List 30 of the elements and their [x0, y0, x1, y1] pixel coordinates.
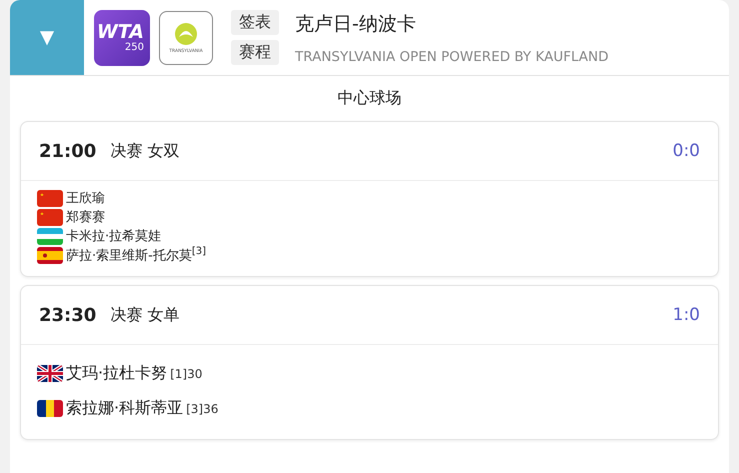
match-score: 1:0 [672, 305, 700, 326]
flag-icon [37, 228, 63, 244]
match-time: 23:30 [39, 304, 96, 326]
flag-icon [37, 208, 63, 226]
player-name: 艾玛·拉杜卡努 [66, 363, 168, 384]
player-ranking: [3]36 [186, 402, 218, 416]
match-round: 决赛 女双 [110, 140, 180, 162]
player-ranking: [1]30 [170, 366, 202, 381]
flag-icon [37, 190, 63, 206]
tournament-subtitle: TRANSYLVANIA OPEN POWERED BY KAUFLAND [295, 48, 609, 64]
flag-icon [37, 365, 63, 382]
player-name: 卡米拉·拉希莫娃 [66, 228, 162, 245]
tournament-title: 克卢日-纳波卡 [295, 12, 417, 36]
leaf-icon [174, 22, 198, 46]
match-card[interactable]: 23:30 决赛 女单 1:0 艾玛·拉杜卡努 [1]30 索拉娜·科斯蒂亚 [3]36 [20, 285, 719, 440]
match-time: 21:00 [39, 140, 96, 162]
nav-button[interactable]: 签表 [231, 10, 279, 35]
logo-text: WTA [96, 22, 144, 42]
flag-icon [37, 246, 63, 264]
court-name: 中心球场 [338, 88, 402, 109]
player-name: 郑赛赛 [66, 209, 105, 226]
flag-icon [37, 400, 63, 418]
match-round: 决赛 女单 [110, 304, 180, 326]
match-card[interactable]: 21:00 决赛 女双 0:0 王欣瑜 郑赛赛 卡米拉·拉希莫娃 萨拉·索里维斯-托尔莫$^{[3]}$ [20, 121, 719, 278]
logo-text: 250 [124, 42, 144, 52]
player-name: 索拉娜·科斯蒂亚 [66, 398, 184, 420]
nav-button[interactable]: 赛程 [231, 40, 279, 65]
player-name: 萨拉·索里维斯-托尔莫$^{[3]}$ [66, 246, 206, 264]
match-score: 0:0 [672, 141, 700, 161]
player-name: 王欣瑜 [66, 190, 105, 207]
